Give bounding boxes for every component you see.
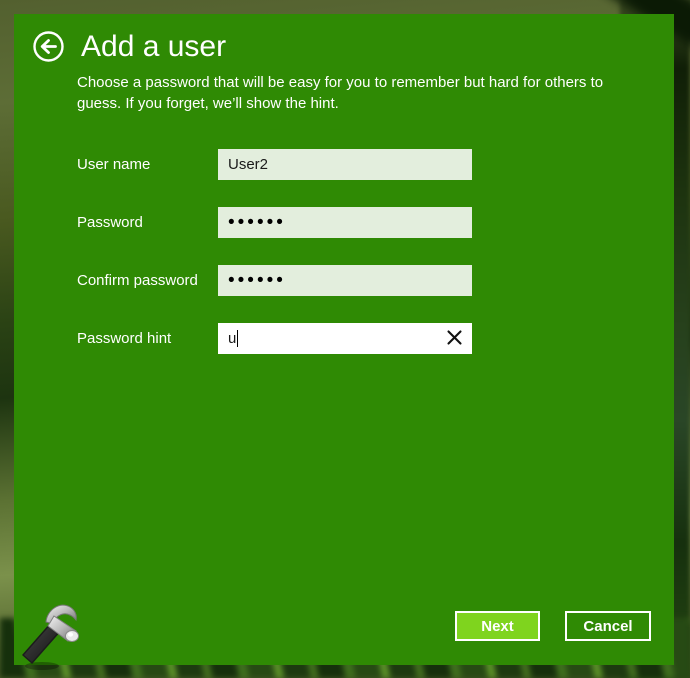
- form-row-password: Password ••••••: [77, 207, 472, 238]
- password-hint-input[interactable]: u: [218, 323, 472, 354]
- hammer-cursor-icon: [16, 598, 88, 672]
- dialog-description: Choose a password that will be easy for …: [77, 72, 614, 114]
- form-row-username: User name User2: [77, 149, 472, 180]
- add-user-dialog: Add a user Choose a password that will b…: [14, 14, 674, 665]
- confirm-password-masked-value: ••••••: [228, 265, 286, 296]
- confirm-password-label: Confirm password: [77, 272, 218, 289]
- next-button[interactable]: Next: [455, 611, 540, 641]
- password-masked-value: ••••••: [228, 207, 286, 238]
- username-label: User name: [77, 156, 218, 173]
- clear-x-icon: [447, 330, 462, 348]
- dialog-footer: Next Cancel: [455, 611, 651, 641]
- add-user-form: User name User2 Password •••••• Confirm …: [77, 149, 472, 381]
- confirm-password-input[interactable]: ••••••: [218, 265, 472, 296]
- back-button[interactable]: [33, 31, 64, 62]
- clear-text-button[interactable]: [442, 323, 466, 354]
- back-arrow-icon: [33, 31, 64, 62]
- dialog-header: Add a user: [33, 31, 226, 62]
- username-value: User2: [228, 149, 268, 180]
- form-row-password-hint: Password hint u: [77, 323, 472, 354]
- password-hint-value: u: [228, 323, 236, 354]
- form-row-confirm-password: Confirm password ••••••: [77, 265, 472, 296]
- username-input[interactable]: User2: [218, 149, 472, 180]
- password-label: Password: [77, 214, 218, 231]
- password-hint-label: Password hint: [77, 330, 218, 347]
- cancel-button[interactable]: Cancel: [565, 611, 651, 641]
- text-caret: [237, 330, 238, 347]
- page-title: Add a user: [81, 31, 226, 62]
- password-input[interactable]: ••••••: [218, 207, 472, 238]
